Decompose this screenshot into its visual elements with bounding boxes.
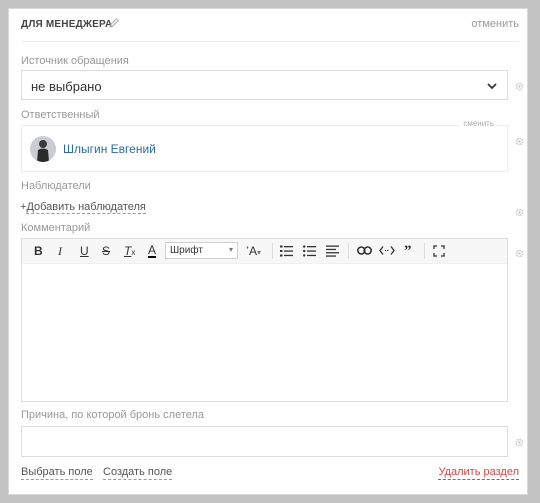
font-size-letter: A	[249, 244, 258, 258]
source-label: Источник обращения	[21, 55, 129, 67]
font-family-select[interactable]: Шрифт ▾	[165, 242, 238, 259]
text-color-button[interactable]: A	[148, 244, 157, 258]
align-icon	[326, 245, 339, 257]
underline-button[interactable]: U	[80, 244, 89, 258]
comment-editor[interactable]: B I U S Tx A Шрифт ▾ ꜛA▾ ”	[21, 238, 508, 402]
add-observer-text: Добавить наблюдателя	[26, 201, 146, 214]
responsible-label: Ответственный	[21, 109, 100, 121]
header-divider	[21, 41, 519, 42]
manager-section-panel: ДЛЯ МЕНЕДЖЕРА отменить Источник обращени…	[8, 8, 528, 495]
clear-format-sub: x	[131, 248, 136, 257]
fullscreen-icon	[433, 245, 445, 257]
responsible-box: Шлыгин Евгений	[21, 125, 508, 172]
create-field-link[interactable]: Создать поле	[103, 466, 173, 480]
clear-format-button[interactable]: Tx	[124, 244, 135, 260]
bullet-list-icon	[303, 245, 316, 257]
font-family-value: Шрифт	[170, 245, 203, 256]
gear-icon[interactable]	[514, 437, 525, 448]
bullet-list-button[interactable]	[303, 245, 316, 257]
bold-button[interactable]: B	[34, 244, 43, 258]
toolbar-separator	[272, 243, 273, 259]
italic-button[interactable]: I	[58, 244, 62, 258]
link-button[interactable]	[357, 246, 372, 255]
editor-toolbar: B I U S Tx A Шрифт ▾ ꜛA▾ ”	[22, 239, 507, 264]
reason-label: Причина, по которой бронь слетела	[21, 409, 205, 421]
change-responsible-link[interactable]: сменить	[460, 119, 497, 128]
strike-button[interactable]: S	[102, 244, 110, 258]
source-select-value: не выбрано	[31, 79, 102, 94]
chevron-down-icon	[487, 83, 497, 90]
fullscreen-button[interactable]	[433, 245, 445, 257]
toolbar-separator	[348, 243, 349, 259]
code-icon	[379, 246, 395, 255]
link-icon	[357, 246, 372, 255]
gear-icon[interactable]	[514, 136, 525, 147]
chevron-down-icon: ▾	[257, 248, 262, 257]
chevron-down-icon: ▾	[228, 245, 233, 254]
gear-icon[interactable]	[514, 248, 525, 259]
align-button[interactable]	[326, 245, 339, 257]
code-button[interactable]	[379, 245, 395, 256]
ordered-list-button[interactable]	[280, 245, 293, 257]
quote-icon[interactable]: ”	[404, 244, 412, 259]
responsible-name[interactable]: Шлыгин Евгений	[63, 142, 156, 156]
cancel-link[interactable]: отменить	[471, 18, 519, 30]
section-title: ДЛЯ МЕНЕДЖЕРА	[21, 19, 113, 30]
delete-section-link[interactable]: Удалить раздел	[438, 466, 519, 480]
gear-icon[interactable]	[514, 81, 525, 92]
avatar	[30, 136, 56, 162]
pencil-icon[interactable]	[108, 17, 120, 29]
select-field-link[interactable]: Выбрать поле	[21, 466, 93, 480]
toolbar-separator	[424, 243, 425, 259]
source-select[interactable]: не выбрано	[21, 70, 508, 100]
observers-label: Наблюдатели	[21, 180, 91, 192]
comment-label: Комментарий	[21, 222, 91, 234]
add-observer-link[interactable]: +Добавить наблюдателя	[20, 201, 146, 214]
font-size-button[interactable]: ꜛA▾	[246, 244, 261, 260]
reason-input[interactable]	[21, 426, 508, 457]
gear-icon[interactable]	[514, 207, 525, 218]
ordered-list-icon	[280, 245, 293, 257]
